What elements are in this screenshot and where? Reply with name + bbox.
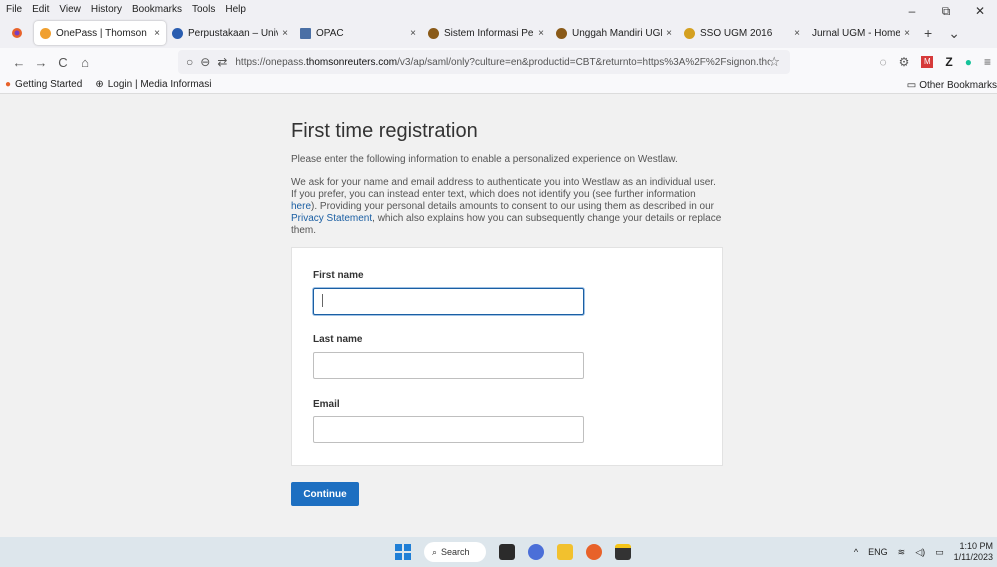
shield-icon[interactable]: ○ [186,55,193,69]
grammarly-extension-icon[interactable]: ● [965,55,972,69]
sso-favicon-icon [684,27,695,39]
sticky-notes-icon[interactable] [615,544,631,560]
mendeley-extension-icon[interactable]: M [921,56,934,68]
page-title: First time registration [291,120,478,142]
ugm-favicon-icon [428,27,439,39]
home-button[interactable]: ⌂ [74,55,96,70]
clock-time: 1:10 PM [959,541,993,551]
intro-text: Please enter the following information t… [291,154,678,165]
wifi-icon[interactable]: ≋ [898,547,906,558]
show-hidden-icons-button[interactable]: ^ [854,547,858,557]
ugm-favicon-icon [556,27,567,39]
bookmark-star-icon[interactable]: ☆ [768,54,780,70]
lock-icon[interactable]: ⊖ [200,55,210,69]
tab-onepass[interactable]: OnePass | Thomson Reuters × [34,21,166,45]
continue-button[interactable]: Continue [291,482,359,506]
list-all-tabs-button[interactable]: ⌄ [940,25,968,42]
registration-form: First name Last name Email [291,247,723,466]
firefox-icon: ● [5,79,12,90]
opac-favicon-icon [300,27,311,39]
perpustakaan-favicon-icon [172,27,183,39]
globe-icon: ⊕ [95,79,104,90]
windows-taskbar: ⌕ Search ^ ENG ≋ ◁) ▭ 1:10 PM 1/11/2023 [0,537,997,567]
menu-bookmarks[interactable]: Bookmarks [127,4,187,15]
email-label: Email [313,399,340,410]
back-button[interactable]: ← [8,55,30,70]
last-name-input[interactable] [313,352,584,379]
tab-perpustakaan[interactable]: Perpustakaan – Universitas × [166,21,294,45]
url-bar[interactable]: ○ ⊖ ⇄ https://onepass.thomsonreuters.com… [178,50,790,74]
menu-view[interactable]: View [54,4,86,15]
bookmark-getting-started[interactable]: ● Getting Started [5,79,82,90]
tab-close-icon[interactable]: × [794,28,800,39]
menu-help[interactable]: Help [220,4,251,15]
battery-icon[interactable]: ▭ [935,547,944,558]
start-button[interactable] [395,544,411,560]
taskbar-apps: ⌕ Search [395,541,631,563]
search-icon: ⌕ [432,546,438,557]
first-name-label: First name [313,270,364,281]
other-bookmarks[interactable]: ▭ Other Bookmarks [907,76,997,94]
tab-unggah-mandiri[interactable]: Unggah Mandiri UGM | Log × [550,21,678,45]
menu-tools[interactable]: Tools [187,4,220,15]
last-name-label: Last name [313,334,363,345]
firefox-icon [12,28,22,38]
bookmark-login-media[interactable]: ⊕ Login | Media Informasi [95,79,211,90]
extension-icon[interactable]: ⚙ [899,55,910,69]
system-tray: ^ ENG ≋ ◁) ▭ 1:10 PM 1/11/2023 [854,537,993,567]
firefox-taskbar-icon[interactable] [586,544,602,560]
new-tab-button[interactable]: + [916,25,940,41]
menu-edit[interactable]: Edit [27,4,54,15]
navigation-bar: ← → C ⌂ ○ ⊖ ⇄ https://onepass.thomsonreu… [0,48,997,76]
menu-bar: File Edit View History Bookmarks Tools H… [0,0,997,18]
text-caret [322,294,323,307]
pocket-icon[interactable]: ◌ [879,55,886,69]
language-indicator[interactable]: ENG [868,547,888,557]
first-name-input[interactable] [313,288,584,315]
task-view-icon[interactable] [499,544,515,560]
forward-button[interactable]: → [30,55,52,70]
menu-history[interactable]: History [86,4,127,15]
bookmarks-bar: ● Getting Started ⊕ Login | Media Inform… [0,76,997,94]
toolbar-right: ◌ ⚙ M Z ● ≡ [879,48,997,76]
email-input[interactable] [313,416,584,443]
web-page: First time registration Please enter the… [0,94,997,537]
tab-sistem-informasi[interactable]: Sistem Informasi Perpustak × [422,21,550,45]
tab-close-icon[interactable]: × [410,28,416,39]
firefox-view-button[interactable] [0,18,34,48]
tab-close-icon[interactable]: × [282,28,288,39]
file-explorer-icon[interactable] [557,544,573,560]
zotero-extension-icon[interactable]: Z [945,55,952,69]
here-link[interactable]: here [291,201,311,212]
volume-icon[interactable]: ◁) [915,547,925,558]
tab-close-icon[interactable]: × [904,28,910,39]
taskbar-search[interactable]: ⌕ Search [424,542,486,562]
tab-close-icon[interactable]: × [666,28,672,39]
consent-text: We ask for your name and email address t… [291,177,722,236]
folder-icon: ▭ [906,79,917,91]
reload-button[interactable]: C [52,55,74,70]
app-menu-icon[interactable]: ≡ [984,55,991,69]
tab-bar: OnePass | Thomson Reuters × Perpustakaan… [0,18,997,48]
tab-opac[interactable]: OPAC × [294,21,422,45]
menu-file[interactable]: File [0,4,27,15]
onepass-favicon-icon [40,27,51,39]
privacy-statement-link[interactable]: Privacy Statement [291,213,372,224]
tab-close-icon[interactable]: × [154,28,160,39]
tab-jurnal-ugm[interactable]: Jurnal UGM - Home × [806,21,916,45]
tab-close-icon[interactable]: × [538,28,544,39]
permissions-icon[interactable]: ⇄ [217,55,227,69]
clock[interactable]: 1:10 PM 1/11/2023 [954,541,993,563]
tab-sso-ugm[interactable]: SSO UGM 2016 × [678,21,806,45]
url-text[interactable]: https://onepass.thomsonreuters.com/v3/ap… [235,57,770,68]
chat-icon[interactable] [528,544,544,560]
clock-date: 1/11/2023 [953,552,993,562]
